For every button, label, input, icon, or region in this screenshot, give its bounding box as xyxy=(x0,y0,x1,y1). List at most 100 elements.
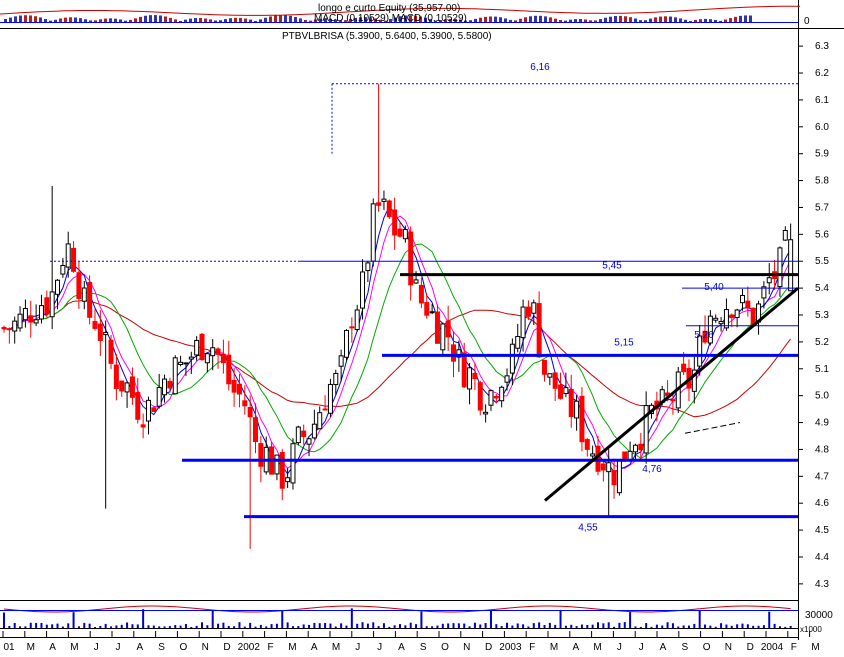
macd-histogram-bar xyxy=(264,17,267,22)
y-tick-label: 5.6 xyxy=(815,229,829,240)
x-tick-label: D xyxy=(485,642,492,652)
volume-bar xyxy=(548,622,551,628)
candle-body xyxy=(579,395,585,443)
volume-bar xyxy=(527,626,530,628)
macd-histogram-bar xyxy=(159,15,162,22)
candle-body xyxy=(376,202,382,206)
macd-histogram-bar xyxy=(164,16,167,22)
candle-body xyxy=(87,282,93,318)
volume-bar xyxy=(356,623,359,628)
macd-histogram-bar xyxy=(139,16,142,22)
stock-chart: 4.3 4.4 4.5 4.6 4.7 4.8 4.9 5.0 5.1 5.2 5.3 5.4 5.5 5… xyxy=(0,0,844,653)
volume-bar xyxy=(302,624,305,628)
macd-histogram-bar xyxy=(104,18,107,22)
volume-bar xyxy=(249,622,252,628)
macd-histogram-bar xyxy=(99,19,102,22)
volume-bar xyxy=(372,622,375,628)
volume-bar xyxy=(778,626,781,628)
macd-histogram-bar xyxy=(479,17,482,22)
macd-histogram-bar xyxy=(699,19,702,22)
x-tick-label: F xyxy=(529,642,535,652)
volume-bar xyxy=(441,623,444,628)
volume-bar xyxy=(415,624,418,628)
candle-body xyxy=(151,407,157,412)
candle-body xyxy=(461,352,467,388)
macd-histogram-bar xyxy=(624,16,627,22)
macd-histogram-bar xyxy=(744,15,747,22)
candle-body xyxy=(178,361,184,366)
x-tick-label: D xyxy=(747,642,754,652)
macd-histogram-bar xyxy=(534,15,537,22)
macd-histogram-bar xyxy=(549,17,552,22)
volume-bar xyxy=(463,623,466,628)
x-tick-label: M xyxy=(550,642,558,652)
candle-body xyxy=(568,388,574,418)
level-annotation-label: 5,15 xyxy=(614,337,634,348)
volume-bar xyxy=(77,626,80,628)
x-tick-label: S xyxy=(420,642,427,652)
macd-histogram-bar xyxy=(704,18,707,22)
candle-body xyxy=(777,247,783,288)
macd-histogram-bar xyxy=(294,16,297,22)
level-annotation-label: 6,16 xyxy=(530,62,550,73)
volume-bar xyxy=(682,625,685,628)
macd-histogram-bar xyxy=(224,19,227,22)
candle-body xyxy=(354,309,360,331)
x-tick-label: M xyxy=(70,642,78,652)
candle-body xyxy=(632,444,638,453)
candle-body xyxy=(782,229,788,241)
x-tick-label: F xyxy=(268,642,274,652)
volume-bar xyxy=(623,622,626,628)
macd-legend-2: MACD (0.10529) MACD (0.10529) xyxy=(314,13,467,24)
candle-body xyxy=(274,454,280,475)
uptrend-line xyxy=(544,286,799,502)
volume-bar xyxy=(661,625,664,628)
candle-body xyxy=(574,400,580,419)
x-tick-label: O xyxy=(703,642,711,652)
candle-body xyxy=(322,408,328,411)
volume-bar xyxy=(725,624,728,628)
volume-bar xyxy=(420,611,423,628)
macd-histogram-bar xyxy=(84,19,87,22)
x-tick-label: 2004 xyxy=(761,642,784,652)
macd-histogram-bar xyxy=(154,15,157,22)
candle-body xyxy=(472,373,478,380)
volume-bar xyxy=(580,624,583,628)
x-tick-label: O xyxy=(180,642,188,652)
volume-bar xyxy=(639,626,642,628)
volume-bar xyxy=(40,622,43,628)
volume-bar xyxy=(61,626,64,628)
volume-bar xyxy=(473,622,476,628)
candle-body xyxy=(418,284,424,304)
candle-body xyxy=(413,279,419,284)
volume-bar xyxy=(671,623,674,628)
x-tick-label: J xyxy=(116,642,121,652)
x-tick-label: 01 xyxy=(3,642,15,652)
volume-bar xyxy=(361,622,364,628)
volume-bar xyxy=(618,622,621,628)
candle-body xyxy=(616,459,622,494)
volume-bar xyxy=(757,625,760,628)
candle-body xyxy=(525,306,531,317)
volume-bar xyxy=(431,626,434,628)
candle-body xyxy=(290,443,296,484)
macd-histogram-bar xyxy=(729,18,732,22)
macd-histogram-bar xyxy=(664,16,667,22)
candle-body xyxy=(531,302,537,314)
candle-body xyxy=(590,453,596,457)
macd-histogram-bar xyxy=(749,15,752,22)
candle-body xyxy=(504,375,510,383)
candle-body xyxy=(547,373,553,378)
volume-bar xyxy=(570,624,573,628)
macd-histogram-bar xyxy=(24,15,27,22)
candle-body xyxy=(365,262,371,272)
candle-body xyxy=(135,392,141,420)
macd-histogram-bar xyxy=(194,18,197,22)
candle-body xyxy=(44,297,50,315)
x-tick-label: M xyxy=(811,642,819,652)
volume-bar xyxy=(388,626,391,628)
volume-bar xyxy=(366,623,369,628)
macd-histogram-bar xyxy=(39,17,42,22)
y-tick-label: 6.3 xyxy=(815,41,829,52)
y-tick-label: 5.4 xyxy=(815,283,829,294)
